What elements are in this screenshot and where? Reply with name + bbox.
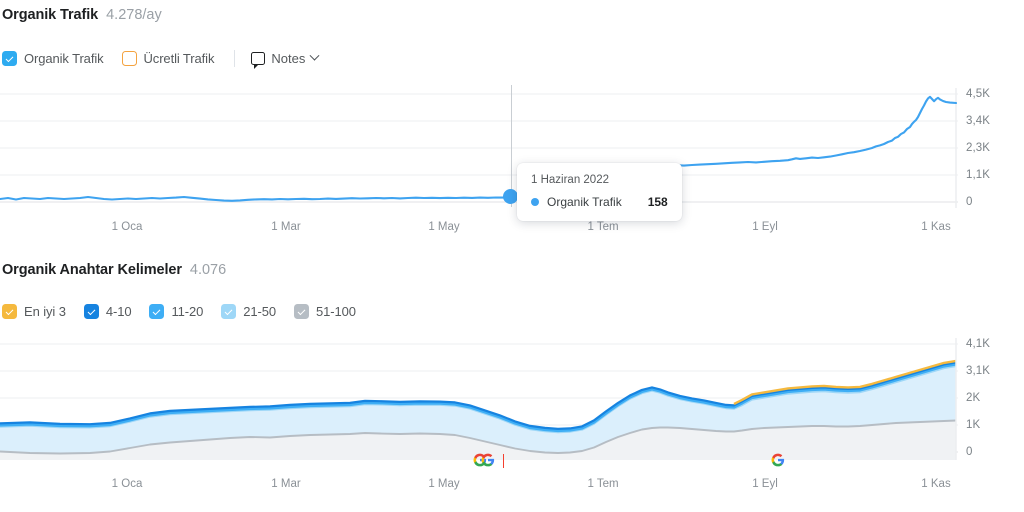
hover-data-point	[503, 189, 518, 204]
traffic-y-axis: 4,5K 3,4K 2,3K 1,1K 0	[966, 88, 1024, 213]
x-tick-label: 1 May	[428, 221, 460, 233]
y-tick-label: 2,3K	[966, 142, 991, 154]
y-tick-label: 1,1K	[966, 169, 991, 181]
y-tick-label: 2K	[966, 392, 981, 404]
y-tick-label: 4,5K	[966, 88, 991, 100]
legend-item-en-iyi-3[interactable]: En iyi 3	[2, 304, 66, 319]
tooltip-series-name: Organik Trafik	[547, 195, 622, 209]
checkbox-organik-trafik[interactable]	[2, 51, 17, 66]
traffic-line-plot[interactable]	[0, 88, 958, 213]
legend-label-en-iyi-3: En iyi 3	[24, 304, 66, 319]
legend-item-51-100[interactable]: 51-100	[294, 304, 356, 319]
y-tick-label: 0	[966, 196, 973, 208]
checkbox-ucretli-trafik[interactable]	[121, 51, 137, 66]
x-tick-label: 1 Tem	[587, 221, 619, 233]
x-tick-label: 1 Tem	[587, 478, 619, 490]
keywords-area-plot[interactable]	[0, 338, 958, 463]
keywords-y-axis: 4,1K 3,1K 2K 1K 0	[966, 338, 1024, 463]
x-tick-label: 1 Oca	[111, 478, 143, 490]
y-tick-label: 3,1K	[966, 365, 991, 377]
y-tick-label: 4,1K	[966, 338, 991, 350]
x-tick-label: 1 Kas	[921, 221, 951, 233]
x-tick-label: 1 Kas	[921, 478, 951, 490]
organic-traffic-value: 4.278/ay	[106, 7, 162, 23]
legend-label-organik-trafik: Organik Trafik	[24, 51, 104, 66]
google-update-marker[interactable]	[771, 453, 785, 472]
legend-item-21-50[interactable]: 21-50	[221, 304, 276, 319]
x-tick-label: 1 Eyl	[752, 478, 778, 490]
organic-traffic-heading: Organik Trafik 4.278/ay	[2, 7, 162, 23]
checkbox-4-10[interactable]	[83, 304, 99, 319]
tooltip-series-row: Organik Trafik 158	[531, 195, 668, 209]
legend-item-ucretli-trafik[interactable]: Ücretli Trafik	[121, 51, 215, 66]
organic-traffic-chart[interactable]: 4,5K 3,4K 2,3K 1,1K 0 1 Oca 1 Mar 1 May …	[0, 85, 1024, 233]
x-tick-label: 1 Mar	[271, 221, 301, 233]
keywords-legend: En iyi 3 4-10 11-20 21-50 51-100	[2, 304, 374, 319]
chevron-down-icon	[309, 50, 320, 61]
y-tick-label: 0	[966, 446, 973, 458]
legend-item-11-20[interactable]: 11-20	[149, 304, 203, 319]
google-update-marker[interactable]	[481, 453, 495, 472]
notes-dropdown-button[interactable]: Notes	[251, 50, 320, 69]
organic-traffic-title: Organik Trafik	[2, 7, 99, 23]
legend-label-4-10: 4-10	[105, 304, 132, 319]
traffic-legend: Organik Trafik Ücretli Trafik Notes	[2, 50, 320, 69]
y-tick-label: 1K	[966, 419, 981, 431]
organic-keywords-value: 4.076	[189, 262, 227, 278]
x-tick-label: 1 Oca	[111, 221, 143, 233]
checkbox-51-100[interactable]	[294, 304, 310, 319]
x-tick-label: 1 Eyl	[752, 221, 778, 233]
organic-keywords-chart[interactable]: 4,1K 3,1K 2K 1K 0 1 Oca 1 Mar 1 May 1 Te…	[0, 338, 1024, 490]
legend-divider	[234, 50, 236, 67]
organic-keywords-title: Organik Anahtar Kelimeler	[2, 262, 182, 278]
speech-bubble-icon	[251, 52, 266, 69]
legend-label-ucretli-trafik: Ücretli Trafik	[143, 51, 215, 66]
checkbox-21-50[interactable]	[221, 304, 237, 319]
checkbox-en-iyi-3[interactable]	[2, 304, 17, 319]
analytics-dashboard: Organik Trafik 4.278/ay Organik Trafik Ü…	[0, 0, 1024, 512]
legend-item-organik-trafik[interactable]: Organik Trafik	[2, 51, 104, 66]
x-tick-label: 1 May	[428, 478, 460, 490]
x-tick-label: 1 Mar	[271, 478, 301, 490]
legend-label-21-50: 21-50	[243, 304, 277, 319]
series-color-dot	[531, 198, 539, 206]
chart-tooltip: 1 Haziran 2022 Organik Trafik 158	[517, 163, 682, 221]
tooltip-date: 1 Haziran 2022	[531, 174, 609, 186]
google-update-icon	[481, 453, 495, 467]
legend-item-4-10[interactable]: 4-10	[83, 304, 132, 319]
legend-label-11-20: 11-20	[171, 304, 204, 319]
checkbox-11-20[interactable]	[149, 304, 165, 319]
organic-keywords-heading: Organik Anahtar Kelimeler 4.076	[2, 262, 226, 278]
y-tick-label: 3,4K	[966, 115, 991, 127]
notes-label: Notes	[271, 51, 306, 66]
google-update-icon	[771, 453, 785, 467]
tooltip-series-value: 158	[647, 195, 668, 209]
legend-label-51-100: 51-100	[316, 304, 356, 319]
